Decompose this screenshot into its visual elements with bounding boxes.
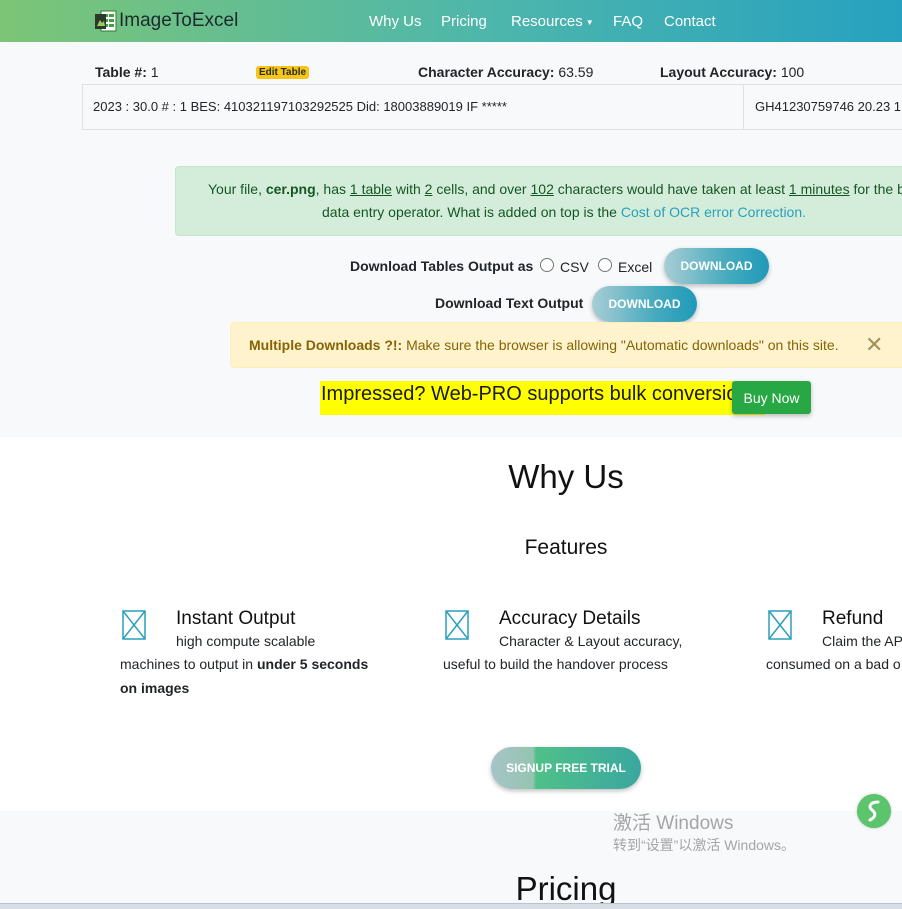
windows-activation-hint: 转到“设置”以激活 Windows。 [613, 837, 796, 853]
multiple-downloads-text: Multiple Downloads ?!: Make sure the bro… [249, 337, 839, 353]
csv-label[interactable]: CSV [560, 259, 589, 275]
promo-banner-text: Impressed? Web-PRO supports bulk convers… [320, 381, 766, 415]
table-number-label: Table #: [95, 64, 147, 80]
excel-radio[interactable] [598, 258, 612, 272]
file-summary-line1: Your file, cer.png, has 1 table with 2 c… [208, 181, 902, 197]
top-navbar: ImageToExcel Why Us Pricing Resources ▼ F… [0, 0, 902, 42]
summary-text: characters would have taken at least [553, 181, 789, 197]
summary-text: with [391, 181, 425, 197]
multiple-downloads-alert: Multiple Downloads ?!: Make sure the bro… [230, 322, 902, 368]
feature-title: Refund [822, 608, 884, 629]
summary-filename: cer.png [265, 181, 316, 197]
edit-table-button[interactable]: Edit Table [256, 66, 310, 79]
signup-free-trial-button[interactable]: SIGNUP FREE TRIAL [491, 747, 641, 789]
feature-desc: useful to build the handover process [443, 656, 668, 672]
feature-desc: machines to output in under 5 seconds [120, 656, 368, 672]
summary-text: data entry operator. What is added on to… [322, 204, 621, 220]
windows-activation-title: 激活 Windows [613, 813, 734, 834]
layout-accuracy-label: Layout Accuracy: [660, 64, 777, 80]
nav-resources[interactable]: Resources ▼ [511, 13, 594, 30]
feature-desc: Character & Layout accuracy, [499, 633, 683, 649]
brand-name: ImageToExcel [119, 10, 239, 31]
brand-logo[interactable]: ImageToExcel [95, 8, 238, 34]
floating-assistant-icon[interactable] [857, 794, 891, 828]
download-text-label: Download Text Output [435, 295, 584, 311]
summary-text: Your file, [208, 181, 266, 197]
summary-text: cells, and over [432, 181, 531, 197]
features-heading: Features [524, 536, 608, 559]
table-number-value: 1 [150, 64, 159, 80]
csv-radio[interactable] [540, 258, 554, 272]
summary-minutes: 1 minutes [788, 181, 850, 197]
feature-refund: Refund Claim the AP consumed on a bad o [766, 604, 902, 714]
nav-contact[interactable]: Contact [664, 13, 716, 30]
feature-desc: consumed on a bad o [766, 656, 901, 672]
broken-image-icon [768, 610, 792, 640]
table-info-bar: Table #: 1 Edit Table Character Accuracy… [95, 64, 902, 84]
nav-why-us[interactable]: Why Us [369, 13, 422, 30]
buy-now-button[interactable]: Buy Now [732, 381, 811, 414]
excel-label[interactable]: Excel [618, 259, 652, 275]
nav-faq[interactable]: FAQ [613, 13, 643, 30]
cell-divider [743, 85, 744, 129]
excel-logo-icon [95, 10, 117, 32]
alert-heading: Multiple Downloads ?!: [249, 337, 403, 353]
layout-accuracy-value: 100 [780, 64, 805, 80]
alert-message: Make sure the browser is allowing "Autom… [402, 337, 839, 353]
broken-image-icon [122, 610, 146, 640]
broken-image-icon [445, 610, 469, 640]
nav-resources-label: Resources [511, 13, 583, 30]
why-us-heading: Why Us [508, 458, 624, 495]
summary-text: , has [315, 181, 350, 197]
taskbar-edge [0, 903, 902, 909]
ocr-cost-link[interactable]: Cost of OCR error Correction. [621, 204, 806, 220]
character-accuracy-value: 63.59 [558, 64, 594, 80]
download-tables-button[interactable]: DOWNLOAD [664, 248, 769, 284]
summary-chars-count: 102 [530, 181, 554, 197]
caret-down-icon: ▼ [585, 17, 594, 27]
file-summary-line2: data entry operator. What is added on to… [322, 204, 806, 220]
close-icon[interactable]: ✕ [865, 332, 883, 358]
feature-desc: on images [120, 680, 190, 696]
feature-desc: high compute scalable [176, 633, 316, 649]
nav-pricing[interactable]: Pricing [441, 13, 487, 30]
table-cell-1: 2023 : 30.0 # : 1 BES: 41032119710329252… [93, 99, 507, 114]
feature-title: Accuracy Details [499, 608, 641, 629]
feature-title: Instant Output [176, 608, 296, 629]
download-text-button[interactable]: DOWNLOAD [592, 286, 697, 322]
table-number: Table #: 1 [95, 64, 159, 80]
layout-accuracy: Layout Accuracy: 100 [660, 64, 804, 80]
character-accuracy-label: Character Accuracy: [418, 64, 555, 80]
summary-tables-count: 1 table [349, 181, 392, 197]
result-table-row: 2023 : 30.0 # : 1 BES: 41032119710329252… [82, 84, 902, 130]
character-accuracy: Character Accuracy: 63.59 [418, 64, 593, 80]
table-cell-2: GH41230759746 20.23 1 [755, 99, 902, 114]
feature-desc: Claim the AP [822, 633, 902, 649]
summary-text: for the b [849, 181, 902, 197]
feature-desc-part: machines to output in [120, 656, 257, 672]
file-summary-alert: Your file, cer.png, has 1 table with 2 c… [175, 166, 902, 236]
feature-desc-bold: under 5 seconds [256, 656, 369, 672]
download-tables-label: Download Tables Output as [350, 258, 534, 274]
